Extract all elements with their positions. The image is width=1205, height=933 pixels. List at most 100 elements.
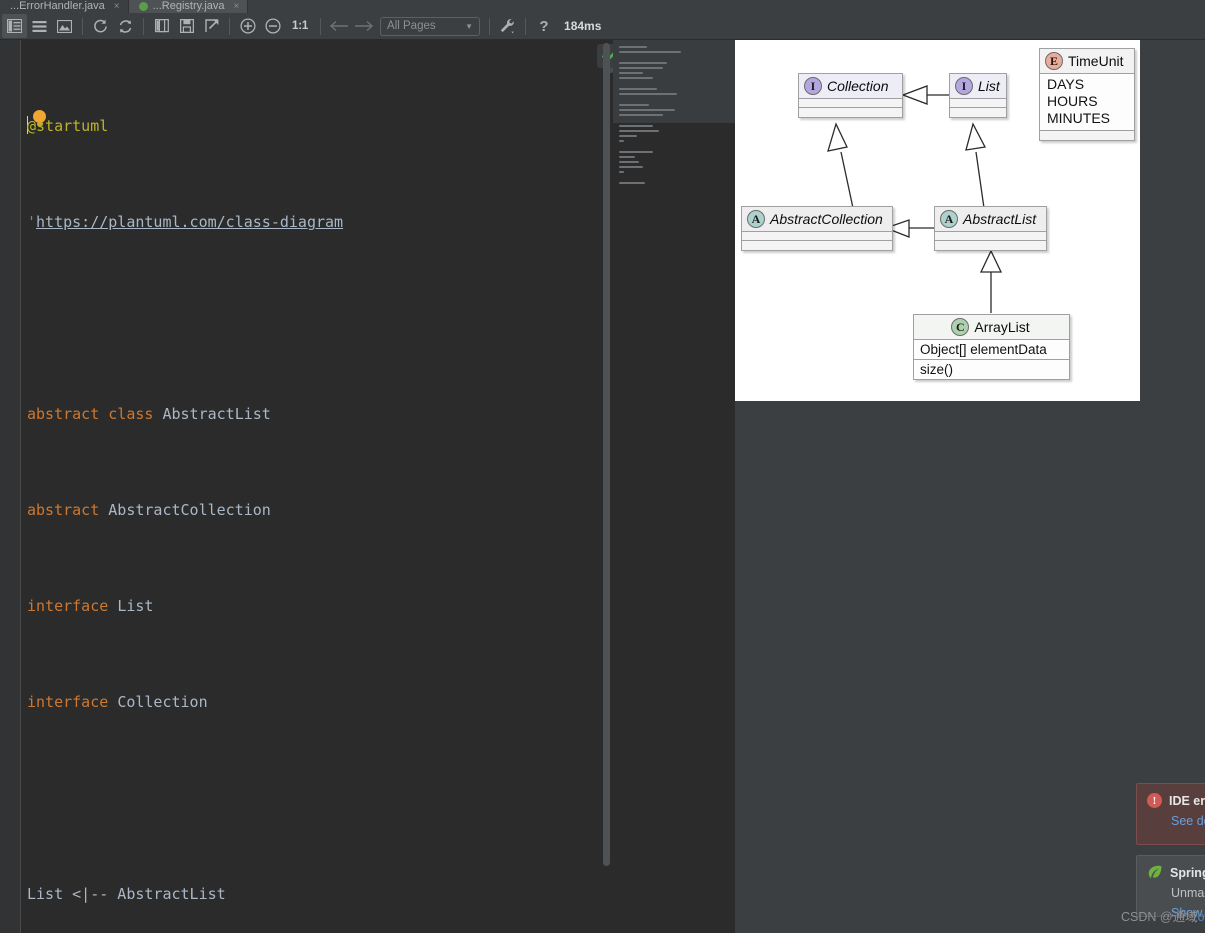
code-line: interface Collection xyxy=(27,686,601,718)
uml-node-timeunit[interactable]: E TimeUnit DAYS HOURS MINUTES xyxy=(1039,48,1135,141)
zoom-in-button[interactable] xyxy=(235,14,260,38)
uml-node-abstractlist[interactable]: A AbstractList xyxy=(934,206,1047,251)
editor-vertical-scrollbar[interactable] xyxy=(603,43,610,866)
close-icon[interactable]: × xyxy=(114,1,120,12)
uml-node-name: AbstractCollection xyxy=(770,211,883,227)
uml-node-list[interactable]: I List xyxy=(949,73,1007,118)
editor-minimap[interactable] xyxy=(613,40,735,933)
notification-action-link[interactable]: See details xyxy=(1171,814,1205,828)
page-selector-value: All Pages xyxy=(387,20,436,32)
uml-node-header: A AbstractCollection xyxy=(742,207,892,232)
uml-node-header: C ArrayList xyxy=(914,315,1069,340)
editor-tab-label: ...ErrorHandler.java xyxy=(10,0,105,12)
uml-methods-row xyxy=(935,241,1046,250)
show-source-button[interactable] xyxy=(27,14,52,38)
uml-methods-row xyxy=(742,241,892,250)
code-line: List <|-- AbstractList xyxy=(27,885,226,903)
svg-text:?: ? xyxy=(539,18,548,34)
toolbar-separator xyxy=(82,17,83,35)
uml-node-name: TimeUnit xyxy=(1068,53,1124,69)
uml-node-header: A AbstractList xyxy=(935,207,1046,232)
uml-attributes-row xyxy=(799,99,902,108)
editor-tab-active[interactable]: ...Registry.java × xyxy=(128,0,249,13)
editor-tab[interactable]: ...ErrorHandler.java × xyxy=(0,0,129,13)
code-token: abstract xyxy=(27,501,100,519)
open-external-button[interactable] xyxy=(199,14,224,38)
uml-node-name: AbstractList xyxy=(963,211,1037,227)
code-token: AbstractList xyxy=(162,405,271,423)
uml-enum-value: MINUTES xyxy=(1040,110,1134,127)
notification-title-row: ! IDE error xyxy=(1147,793,1205,808)
show-image-button[interactable] xyxy=(52,14,77,38)
code-line: @startuml xyxy=(27,110,601,142)
chevron-down-icon: ▼ xyxy=(465,21,474,31)
notification-message: Unmapped xyxy=(1171,886,1205,900)
help-button[interactable]: ? xyxy=(531,14,556,38)
uml-enum-values: DAYS HOURS MINUTES xyxy=(1040,74,1134,131)
uml-node-abstractcollection[interactable]: A AbstractCollection xyxy=(741,206,893,251)
zoom-out-button[interactable] xyxy=(260,14,285,38)
uml-attributes-row xyxy=(950,99,1006,108)
watermark-text: CSDN @通域 xyxy=(1121,910,1198,924)
code-editor[interactable]: @startuml 'https://plantuml.com/class-di… xyxy=(0,40,735,933)
toolbar-separator xyxy=(229,17,230,35)
render-time-label: 184ms xyxy=(564,19,602,33)
toolbar-separator xyxy=(489,17,491,35)
uml-node-name: List xyxy=(978,78,1000,94)
code-line: abstract class AbstractList xyxy=(27,398,601,430)
toolbar-separator xyxy=(320,17,322,35)
page-selector-dropdown[interactable]: All Pages ▼ xyxy=(380,16,481,36)
notification-title-row: Spring Boot xyxy=(1147,865,1205,880)
spring-leaf-icon xyxy=(1147,865,1163,880)
plantuml-preview-pane[interactable]: I Collection I List A AbstractCollection… xyxy=(735,40,1205,933)
uml-node-header: I List xyxy=(950,74,1006,99)
uml-node-header: I Collection xyxy=(799,74,902,99)
editor-tab-label: ...Registry.java xyxy=(152,0,225,12)
previous-page-button[interactable] xyxy=(326,14,351,38)
copy-button[interactable] xyxy=(149,14,174,38)
refresh-button[interactable] xyxy=(88,14,113,38)
settings-wrench-button[interactable] xyxy=(495,14,520,38)
abstract-badge-icon: A xyxy=(747,210,765,228)
enum-badge-icon: E xyxy=(1045,52,1063,70)
file-status-dot-icon xyxy=(138,2,148,11)
uml-node-arraylist[interactable]: C ArrayList Object[] elementData size() xyxy=(913,314,1070,380)
uml-enum-value: HOURS xyxy=(1040,93,1134,110)
class-badge-icon: C xyxy=(951,318,970,336)
close-icon[interactable]: × xyxy=(234,1,240,12)
code-token: interface xyxy=(27,597,109,615)
code-line: interface List xyxy=(27,590,601,622)
auto-refresh-button[interactable] xyxy=(113,14,138,38)
watermark: CSDN @通域ow xyxy=(1121,906,1205,925)
editor-gutter[interactable] xyxy=(0,40,21,933)
uml-attributes-row xyxy=(742,232,892,241)
code-content[interactable]: @startuml 'https://plantuml.com/class-di… xyxy=(21,40,601,933)
plantuml-doc-link[interactable]: https://plantuml.com/class-diagram xyxy=(36,213,343,231)
uml-methods-row xyxy=(950,108,1006,117)
save-button[interactable] xyxy=(174,14,199,38)
next-page-button[interactable] xyxy=(351,14,376,38)
code-token: Collection xyxy=(117,693,208,711)
notification-ide-error[interactable]: ! IDE error See details xyxy=(1136,783,1205,845)
abstract-badge-icon: A xyxy=(940,210,958,228)
error-icon: ! xyxy=(1147,793,1162,808)
uml-enum-value: DAYS xyxy=(1040,76,1134,93)
code-line: abstract AbstractCollection xyxy=(27,494,601,526)
uml-methods-row xyxy=(799,108,902,117)
uml-node-collection[interactable]: I Collection xyxy=(798,73,903,118)
uml-attributes-row xyxy=(935,232,1046,241)
uml-node-header: E TimeUnit xyxy=(1040,49,1134,74)
notification-title: Spring Boot xyxy=(1170,865,1205,880)
code-token: abstract class xyxy=(27,405,154,423)
zoom-level-label[interactable]: 1:1 xyxy=(285,20,315,32)
uml-method: size() xyxy=(914,360,1069,379)
toggle-sidebar-button[interactable] xyxy=(2,14,27,38)
uml-methods-row xyxy=(1040,131,1134,140)
code-token: interface xyxy=(27,693,109,711)
watermark-highlight: ow xyxy=(1197,910,1205,924)
plantuml-toolbar[interactable]: 1:1 All Pages ▼ ? 184ms xyxy=(0,13,1205,40)
editor-tab-bar[interactable]: ...ErrorHandler.java × ...Registry.java … xyxy=(0,0,1205,13)
toolbar-separator xyxy=(143,17,144,35)
uml-class-diagram[interactable]: I Collection I List A AbstractCollection… xyxy=(735,40,1140,401)
